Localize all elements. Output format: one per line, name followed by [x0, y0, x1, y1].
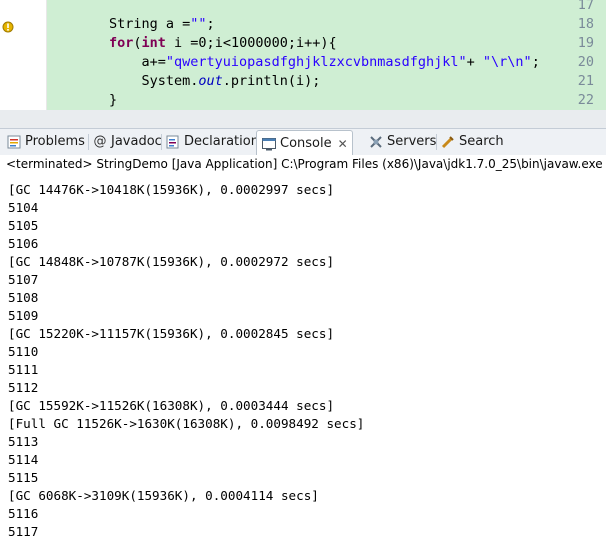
- console-line: 5111: [8, 362, 39, 377]
- code-token: a+=: [109, 54, 166, 70]
- tab-search-label: Search: [459, 134, 504, 149]
- search-icon: [440, 134, 456, 150]
- code-token: +: [466, 54, 483, 70]
- console-line: 5114: [8, 452, 39, 467]
- tab-search[interactable]: Search: [440, 131, 504, 153]
- code-token: }: [109, 92, 118, 108]
- code-editor[interactable]: 17 18 String a =""; 19 for(int i =0;i<100000…: [0, 0, 606, 110]
- declaration-icon: [165, 134, 181, 150]
- tab-console[interactable]: Console ✕: [256, 130, 353, 156]
- console-line: [GC 6068K->3109K(15936K), 0.0004114 secs…: [8, 488, 319, 503]
- code-line[interactable]: }: [47, 91, 606, 110]
- console-line: 5113: [8, 434, 39, 449]
- console-line: 5107: [8, 272, 39, 287]
- servers-icon: [368, 134, 384, 150]
- console-line: 5116: [8, 506, 39, 521]
- console-line: 5115: [8, 470, 39, 485]
- console-line: 5112: [8, 380, 39, 395]
- code-token: "qwertyuiopasdfghjklzxcvbnmasdfghjkl": [165, 54, 467, 70]
- tab-javadoc-label: Javadoc: [111, 134, 162, 149]
- code-line[interactable]: for(int i =0;i<1000000;i++){: [47, 34, 606, 53]
- console-line: 5109: [8, 308, 39, 323]
- tab-separator: [161, 134, 162, 150]
- code-text: System.out.println(i);: [109, 72, 321, 91]
- problems-icon: [6, 134, 22, 150]
- tab-separator: [436, 134, 437, 150]
- console-line: 5108: [8, 290, 39, 305]
- tab-servers-label: Servers: [387, 134, 437, 149]
- close-icon[interactable]: ✕: [338, 133, 348, 155]
- warning-marker-icon[interactable]: [2, 18, 14, 33]
- tab-separator: [88, 134, 89, 150]
- console-status-header: <terminated> StringDemo [Java Applicatio…: [6, 157, 606, 171]
- code-token: System.: [109, 73, 199, 89]
- code-token: (: [133, 35, 142, 51]
- console-line: 5110: [8, 344, 39, 359]
- code-token: "": [190, 16, 207, 32]
- code-token: out: [198, 73, 223, 89]
- code-token: i =0;i<1000000;i++){: [165, 35, 337, 51]
- console-line: [GC 15592K->11526K(16308K), 0.0003444 se…: [8, 398, 335, 413]
- console-line: 5104: [8, 200, 39, 215]
- view-tabbar: Problems @ Javadoc Declaration Console ✕…: [0, 128, 606, 156]
- code-token: ;: [531, 54, 540, 70]
- tab-console-label: Console: [280, 135, 332, 151]
- console-line: [Full GC 11526K->1630K(16308K), 0.009849…: [8, 416, 365, 431]
- code-token: ;: [206, 16, 215, 32]
- console-line: 5106: [8, 236, 39, 251]
- console-output[interactable]: <terminated> StringDemo [Java Applicatio…: [0, 155, 606, 542]
- code-text: a+="qwertyuiopasdfghjklzxcvbnmasdfghjkl"…: [109, 53, 540, 72]
- tab-javadoc[interactable]: @ Javadoc: [92, 131, 162, 153]
- line-number-gutter: [0, 0, 47, 110]
- code-line[interactable]: a+="qwertyuiopasdfghjklzxcvbnmasdfghjkl"…: [47, 53, 606, 72]
- code-token: "\r\n": [482, 54, 532, 70]
- console-line: [GC 14476K->10418K(15936K), 0.0002997 se…: [8, 182, 335, 197]
- at-icon: @: [93, 134, 107, 149]
- code-line[interactable]: System.out.println(i);: [47, 72, 606, 91]
- tab-problems[interactable]: Problems: [6, 131, 85, 153]
- code-token: .println(i);: [222, 73, 321, 89]
- code-line[interactable]: [47, 0, 606, 15]
- code-token: String a =: [109, 16, 191, 32]
- console-line: 5117: [8, 524, 39, 539]
- code-token: int: [141, 35, 166, 51]
- tab-declaration[interactable]: Declaration: [165, 131, 259, 153]
- code-text: for(int i =0;i<1000000;i++){: [109, 34, 337, 53]
- editor-hscroll-area[interactable]: [0, 110, 606, 128]
- code-line[interactable]: String a ="";: [47, 15, 606, 34]
- tab-declaration-label: Declaration: [184, 134, 259, 149]
- code-text: String a ="";: [109, 15, 215, 34]
- console-icon: [261, 136, 277, 152]
- console-line: 5105: [8, 218, 39, 233]
- console-line: [GC 14848K->10787K(15936K), 0.0002972 se…: [8, 254, 335, 269]
- code-token: for: [109, 35, 134, 51]
- code-text: }: [109, 91, 117, 110]
- tab-problems-label: Problems: [25, 134, 85, 149]
- console-line: [GC 15220K->11157K(15936K), 0.0002845 se…: [8, 326, 335, 341]
- tab-servers[interactable]: Servers: [368, 131, 436, 153]
